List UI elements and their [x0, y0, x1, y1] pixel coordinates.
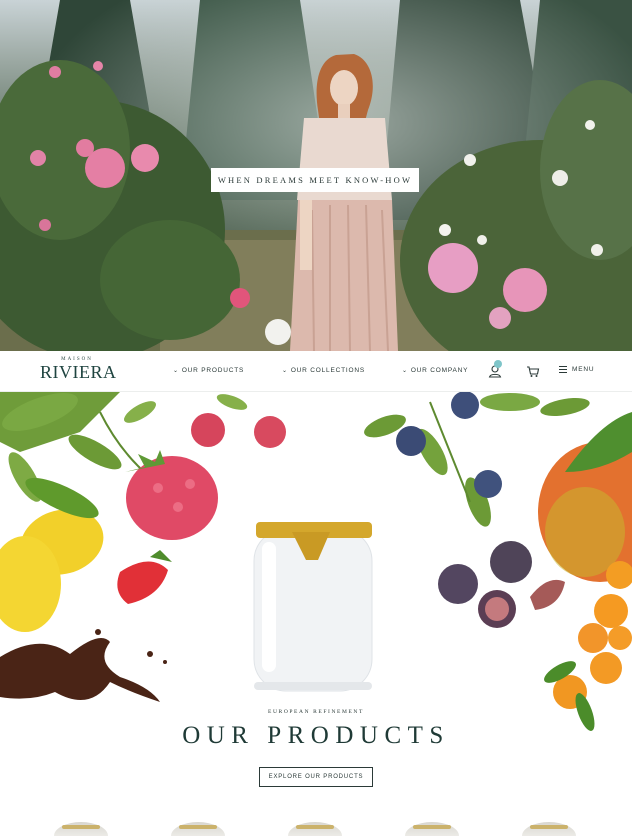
nav-our-company-label: OUR COMPANY — [410, 367, 469, 374]
chevron-down-icon: ⌄ — [402, 368, 408, 374]
chevron-down-icon: ⌄ — [282, 368, 288, 374]
account-button[interactable] — [487, 360, 503, 379]
site-logo[interactable]: MAISON RIVIERA — [40, 357, 117, 387]
logo-riviera-text: RIVIERA — [40, 362, 117, 382]
nav-our-company[interactable]: ⌄ OUR COMPANY — [402, 367, 468, 374]
hero-banner: WHEN DREAMS MEET KNOW-HOW — [0, 0, 632, 351]
products-section: EUROPEAN REFINEMENT OUR PRODUCTS EXPLORE… — [0, 392, 632, 836]
hamburger-icon — [559, 366, 567, 373]
main-navigation: MAISON RIVIERA ⌄ OUR PRODUCTS ⌄ OUR COLL… — [0, 351, 632, 392]
products-eyebrow: EUROPEAN REFINEMENT — [268, 709, 364, 715]
account-badge — [494, 360, 502, 368]
hero-tagline: WHEN DREAMS MEET KNOW-HOW — [211, 168, 419, 192]
nav-our-products-label: OUR PRODUCTS — [181, 367, 245, 374]
chevron-down-icon: ⌄ — [173, 368, 179, 374]
nav-our-collections[interactable]: ⌄ OUR COLLECTIONS — [282, 367, 365, 374]
menu-button[interactable]: MENU — [559, 366, 594, 373]
products-title: OUR PRODUCTS — [182, 722, 450, 749]
cart-button[interactable] — [525, 363, 541, 379]
cart-icon — [527, 366, 540, 377]
nav-our-collections-label: OUR COLLECTIONS — [290, 367, 365, 374]
menu-label: MENU — [572, 366, 595, 373]
nav-our-products[interactable]: ⌄ OUR PRODUCTS — [173, 367, 244, 374]
explore-products-button[interactable]: EXPLORE OUR PRODUCTS — [259, 767, 373, 787]
